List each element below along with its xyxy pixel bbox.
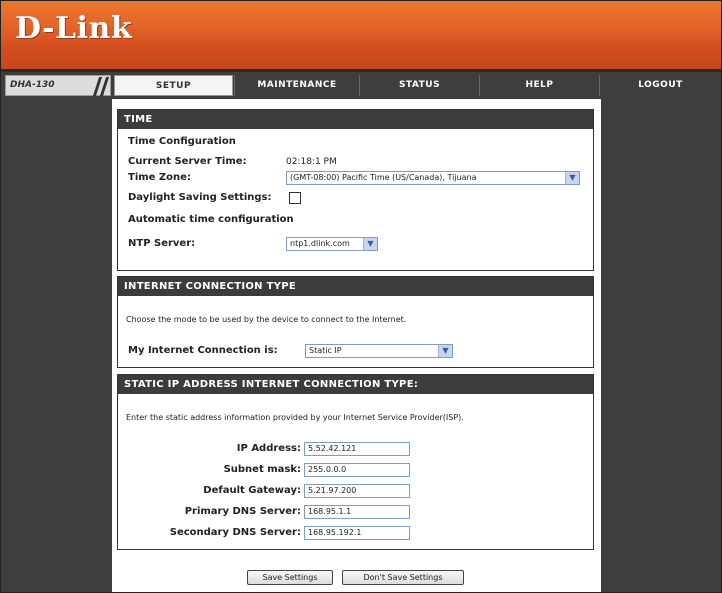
secondary-dns-label: Secondary DNS Server: <box>169 527 301 538</box>
tab-status[interactable]: STATUS <box>359 75 479 96</box>
section-header: STATIC IP ADDRESS INTERNET CONNECTION TY… <box>118 375 593 394</box>
main-content: TIME Time Configuration Current Server T… <box>112 99 601 592</box>
chevron-down-icon: ▼ <box>565 172 579 184</box>
default-gateway-label: Default Gateway: <box>203 485 301 496</box>
model-badge: DHA-130 <box>5 75 111 96</box>
time-section: TIME Time Configuration Current Server T… <box>117 109 594 271</box>
header-banner: D-Link <box>1 1 721 69</box>
tab-help[interactable]: HELP <box>479 75 599 96</box>
default-gateway-input[interactable]: 5.21.97.200 <box>304 484 410 498</box>
primary-dns-label: Primary DNS Server: <box>184 506 301 517</box>
primary-dns-input[interactable]: 168.95.1.1 <box>304 505 410 519</box>
timezone-select[interactable]: (GMT-08:00) Pacific Time (US/Canada), Ti… <box>286 171 580 185</box>
server-time-label: Current Server Time: <box>128 156 247 167</box>
right-sidebar <box>601 99 721 592</box>
subnet-mask-input[interactable]: 255.0.0.0 <box>304 463 410 477</box>
app-frame: D-Link DHA-130 SETUP MAINTENANCE STATUS … <box>0 0 722 593</box>
chevron-down-icon: ▼ <box>363 238 377 250</box>
static-ip-section: STATIC IP ADDRESS INTERNET CONNECTION TY… <box>117 374 594 550</box>
timezone-value: (GMT-08:00) Pacific Time (US/Canada), Ti… <box>290 173 477 182</box>
section-header: INTERNET CONNECTION TYPE <box>118 277 593 296</box>
left-sidebar <box>1 99 112 592</box>
connection-instruction: Choose the mode to be used by the device… <box>126 315 407 324</box>
top-nav: DHA-130 SETUP MAINTENANCE STATUS HELP LO… <box>1 72 721 99</box>
connection-label: My Internet Connection is: <box>128 345 278 356</box>
model-label: DHA-130 <box>10 80 55 90</box>
ntp-label: NTP Server: <box>128 238 196 249</box>
secondary-dns-input[interactable]: 168.95.192.1 <box>304 526 410 540</box>
chevron-down-icon: ▼ <box>438 345 452 357</box>
ip-address-input[interactable]: 5.52.42.121 <box>304 442 410 456</box>
tab-logout[interactable]: LOGOUT <box>599 75 721 96</box>
static-ip-instruction: Enter the static address information pro… <box>126 413 464 422</box>
subnet-mask-label: Subnet mask: <box>223 464 301 475</box>
dlink-logo: D-Link <box>15 11 133 46</box>
tab-setup[interactable]: SETUP <box>114 75 233 96</box>
connection-type-value: Static IP <box>309 346 342 355</box>
dst-label: Daylight Saving Settings: <box>128 192 272 203</box>
timezone-label: Time Zone: <box>128 172 191 183</box>
slash-decoration <box>99 77 110 96</box>
dont-save-settings-button[interactable]: Don't Save Settings <box>342 570 464 585</box>
time-config-title: Time Configuration <box>128 136 236 147</box>
auto-time-title: Automatic time configuration <box>128 214 294 225</box>
server-time-value: 02:18:1 PM <box>286 157 337 167</box>
tab-maintenance[interactable]: MAINTENANCE <box>234 75 359 96</box>
ip-address-label: IP Address: <box>236 443 301 454</box>
connection-type-select[interactable]: Static IP ▼ <box>305 344 453 358</box>
section-header: TIME <box>118 110 593 129</box>
dst-checkbox[interactable] <box>289 192 301 204</box>
ntp-server-value: ntp1.dlink.com <box>290 239 350 248</box>
ntp-server-select[interactable]: ntp1.dlink.com ▼ <box>286 237 378 251</box>
internet-connection-section: INTERNET CONNECTION TYPE Choose the mode… <box>117 276 594 368</box>
save-settings-button[interactable]: Save Settings <box>247 570 333 585</box>
